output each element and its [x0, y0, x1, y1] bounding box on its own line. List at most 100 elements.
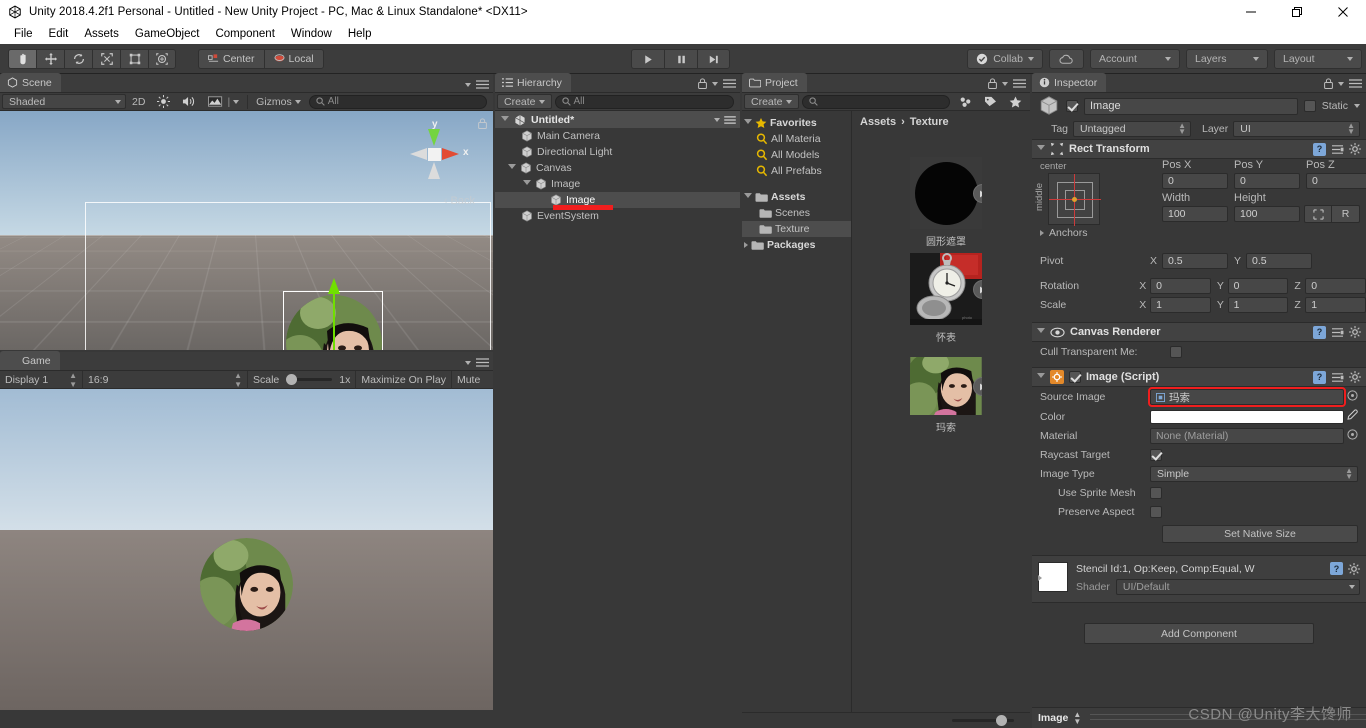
asset-item-pocket-watch[interactable]: photo 怀表: [910, 253, 982, 344]
preserve-aspect-checkbox[interactable]: [1150, 505, 1162, 518]
source-image-object-field[interactable]: 玛索: [1148, 387, 1346, 407]
scale-slider-track[interactable]: [286, 374, 333, 385]
help-icon[interactable]: ?: [1313, 370, 1326, 384]
hierarchy-item-canvas[interactable]: Canvas: [495, 160, 740, 176]
menu-assets[interactable]: Assets: [76, 24, 127, 44]
hierarchy-item-image-selected[interactable]: Image: [495, 192, 740, 208]
scale-tool-button[interactable]: [92, 48, 120, 69]
static-checkbox[interactable]: [1303, 100, 1316, 112]
help-icon[interactable]: ?: [1313, 142, 1326, 156]
hierarchy-create-button[interactable]: Create: [497, 94, 552, 109]
scale-x-input[interactable]: 1: [1150, 296, 1211, 313]
rotate-tool-button[interactable]: [64, 48, 92, 69]
raycast-target-checkbox[interactable]: [1150, 448, 1162, 461]
gear-icon[interactable]: [1348, 562, 1360, 575]
project-search-input[interactable]: [801, 94, 950, 109]
fx-toggle-button[interactable]: |: [202, 94, 245, 110]
gear-icon[interactable]: [1349, 326, 1361, 338]
step-button[interactable]: [697, 49, 730, 69]
project-tree-all-models[interactable]: All Models: [742, 147, 851, 163]
project-tree-all-prefabs[interactable]: All Prefabs: [742, 163, 851, 179]
project-tree-assets[interactable]: Assets: [742, 189, 851, 205]
gizmo-y-cone[interactable]: [428, 129, 440, 146]
maximize-button[interactable]: [1274, 0, 1320, 24]
project-create-button[interactable]: Create: [744, 94, 799, 109]
blueprint-mode-button[interactable]: [1304, 205, 1332, 223]
menu-edit[interactable]: Edit: [41, 24, 77, 44]
component-header-image-script[interactable]: Image (Script) ?: [1032, 367, 1366, 387]
asset-item-portrait[interactable]: 玛索: [910, 350, 982, 434]
scene-tab-menu[interactable]: [465, 80, 489, 89]
transform-tool-button[interactable]: [148, 48, 176, 69]
project-tree-packages[interactable]: Packages: [742, 237, 851, 253]
tab-hierarchy[interactable]: Hierarchy: [495, 73, 571, 92]
gizmo-x-neg-cone[interactable]: [410, 148, 427, 160]
preset-icon[interactable]: [1331, 144, 1344, 155]
project-tab-menu[interactable]: [988, 78, 1026, 89]
preset-icon[interactable]: [1331, 327, 1344, 338]
rot-x-input[interactable]: 0: [1150, 277, 1211, 294]
chevron-down-icon[interactable]: [523, 180, 531, 188]
set-native-size-button[interactable]: Set Native Size: [1162, 525, 1358, 543]
layout-button[interactable]: Layout: [1274, 49, 1362, 69]
gizmo-y-neg-cone[interactable]: [428, 162, 440, 179]
raw-edit-mode-button[interactable]: R: [1332, 205, 1360, 223]
chevron-right-icon[interactable]: [744, 242, 748, 248]
display-dropdown[interactable]: Display 1 ▲ ▼: [0, 371, 82, 389]
hierarchy-item-directional-light[interactable]: Directional Light: [495, 144, 740, 160]
preset-icon[interactable]: [1331, 372, 1344, 383]
anchors-foldout[interactable]: Anchors: [1032, 223, 1366, 242]
lock-icon[interactable]: [988, 78, 997, 89]
chevron-down-icon[interactable]: [1037, 373, 1045, 381]
chevron-down-icon[interactable]: [501, 115, 509, 124]
tab-inspector[interactable]: Inspector: [1032, 73, 1107, 92]
material-object-field[interactable]: None (Material): [1150, 427, 1344, 444]
project-tree-favorites[interactable]: Favorites: [742, 115, 851, 131]
hierarchy-search-input[interactable]: All: [554, 94, 734, 109]
menu-gameobject[interactable]: GameObject: [127, 24, 208, 44]
tab-game[interactable]: Game: [0, 351, 60, 370]
shader-dropdown[interactable]: UI/Default: [1115, 579, 1360, 595]
gizmos-dropdown[interactable]: Gizmos: [250, 94, 307, 110]
lighting-toggle-button[interactable]: [151, 94, 176, 110]
mute-toggle[interactable]: Mute: [451, 372, 486, 387]
pivot-y-input[interactable]: 0.5: [1246, 252, 1312, 269]
filter-by-type-button[interactable]: [953, 94, 978, 110]
scene-lock-icon[interactable]: [478, 118, 487, 132]
cull-transparent-checkbox[interactable]: [1170, 345, 1182, 358]
hierarchy-item-main-camera[interactable]: Main Camera: [495, 128, 740, 144]
account-button[interactable]: Account: [1090, 49, 1180, 69]
hierarchy-item-eventsystem[interactable]: EventSystem: [495, 208, 740, 224]
pos-x-input[interactable]: 0: [1162, 173, 1228, 189]
material-foldout-chevron-right-icon[interactable]: [1038, 575, 1042, 581]
aspect-dropdown[interactable]: 16:9 ▲ ▼: [83, 371, 247, 389]
gear-icon[interactable]: [1349, 143, 1361, 155]
asset-item-circle-mask[interactable]: 圆形遮罩: [910, 157, 982, 248]
gizmo-x-cone[interactable]: [442, 148, 459, 160]
height-input[interactable]: 100: [1234, 206, 1300, 222]
hierarchy-item-image-parent[interactable]: Image: [495, 176, 740, 192]
use-sprite-mesh-checkbox[interactable]: [1150, 486, 1162, 499]
component-header-rect-transform[interactable]: Rect Transform ?: [1032, 139, 1366, 159]
minimize-button[interactable]: [1228, 0, 1274, 24]
pos-y-input[interactable]: 0: [1234, 173, 1300, 189]
chevron-down-icon[interactable]: [508, 164, 516, 172]
help-icon[interactable]: ?: [1330, 562, 1343, 575]
scale-y-input[interactable]: 1: [1227, 296, 1289, 313]
pivot-mode-button[interactable]: Center: [198, 48, 264, 69]
asset-zoom-knob[interactable]: [996, 715, 1007, 726]
project-tree-scenes[interactable]: Scenes: [742, 205, 851, 221]
gear-icon[interactable]: [1349, 371, 1361, 383]
rot-y-input[interactable]: 0: [1227, 277, 1289, 294]
inspector-tab-menu[interactable]: [1324, 78, 1362, 89]
menu-file[interactable]: File: [6, 24, 41, 44]
maximize-on-play-toggle[interactable]: Maximize On Play: [356, 372, 451, 387]
hand-tool-button[interactable]: [8, 48, 36, 69]
add-component-button[interactable]: Add Component: [1084, 623, 1314, 644]
scene-search-input[interactable]: All: [308, 94, 487, 109]
pause-button[interactable]: [664, 49, 697, 69]
breadcrumb-texture[interactable]: Texture: [910, 116, 949, 128]
rect-tool-button[interactable]: [120, 48, 148, 69]
2d-toggle-button[interactable]: 2D: [126, 94, 151, 110]
hierarchy-scene-row[interactable]: Untitled*: [495, 111, 740, 128]
